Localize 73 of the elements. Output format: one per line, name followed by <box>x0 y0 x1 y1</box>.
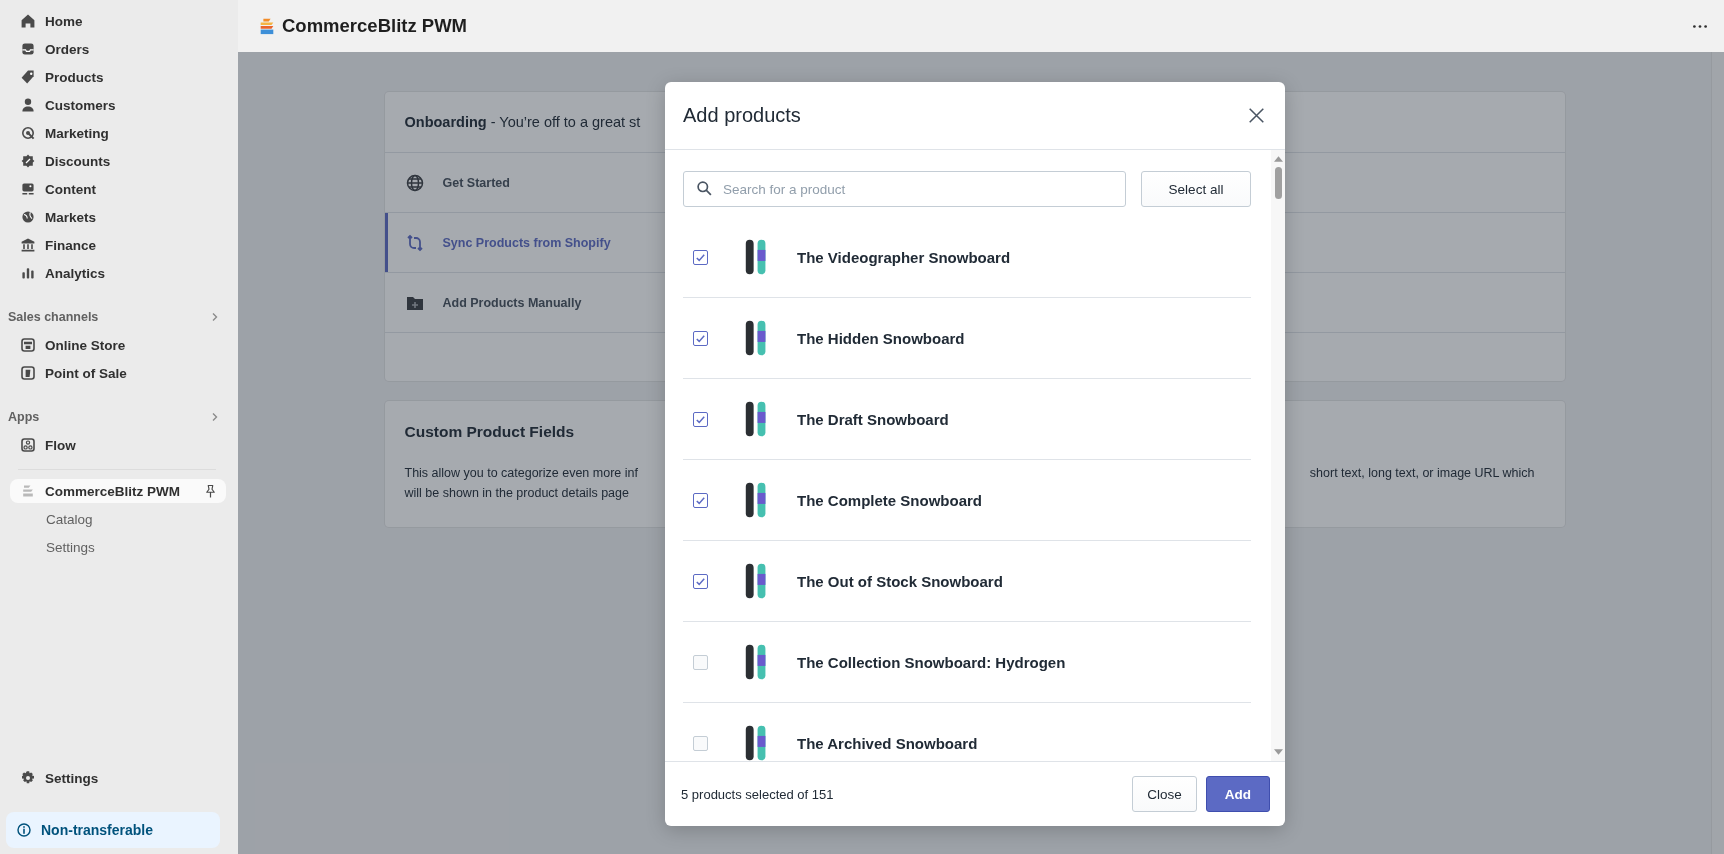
scroll-up-arrow-icon[interactable] <box>1273 156 1283 162</box>
chevron-right-icon[interactable] <box>210 412 220 422</box>
nav-item[interactable]: Content <box>10 175 226 203</box>
nodes-icon <box>20 437 36 453</box>
store-icon <box>20 337 36 353</box>
checkbox[interactable] <box>693 573 708 589</box>
bank-icon <box>20 237 36 253</box>
app-logo-icon <box>20 483 36 499</box>
nav-item[interactable]: Online Store <box>10 331 226 359</box>
selection-summary: 5 products selected of 151 <box>681 786 834 802</box>
nav-item[interactable]: Finance <box>10 231 226 259</box>
bag-icon <box>20 365 36 381</box>
checkbox[interactable] <box>693 249 708 265</box>
search-field[interactable]: Search for a product <box>683 171 1126 207</box>
nav-item[interactable]: Products <box>10 63 226 91</box>
info-icon <box>16 822 32 838</box>
add-button[interactable]: Add <box>1205 776 1270 812</box>
product-name: The Hidden Snowboard <box>797 329 965 347</box>
image-icon <box>20 181 36 197</box>
pin-icon[interactable] <box>203 483 218 499</box>
product-name: The Collection Snowboard: Hydrogen <box>797 653 1066 671</box>
product-name: The Archived Snowboard <box>797 734 978 752</box>
nav-item[interactable]: Flow <box>10 431 226 459</box>
dialog-scrollbar[interactable] <box>1271 150 1285 761</box>
select-all-button[interactable]: Select all <box>1141 171 1251 207</box>
settings-nav-item[interactable]: Settings <box>10 764 226 792</box>
settings-icon <box>20 770 36 786</box>
scroll-thumb[interactable] <box>1274 167 1282 199</box>
globe-icon <box>20 209 36 225</box>
description-text: This allow you to categorize even more inf <box>404 465 638 482</box>
checkbox[interactable] <box>693 411 708 427</box>
description-text: short text, long text, or image URL which <box>1309 465 1535 482</box>
chevron-right-icon[interactable] <box>210 312 220 322</box>
product-name: The Draft Snowboard <box>797 410 949 428</box>
nav-item[interactable]: Customers <box>10 91 226 119</box>
nav-subitem[interactable]: Catalog <box>10 505 226 533</box>
close-icon[interactable] <box>1248 107 1265 124</box>
app-logo-icon <box>258 17 276 35</box>
app-nav-item[interactable]: CommerceBlitz PWM <box>10 479 226 503</box>
inbox-icon <box>20 41 36 57</box>
notice-text: Non-transferable <box>41 822 154 838</box>
card-heading: Onboarding - You’re off to a great st <box>404 114 641 130</box>
nav-item[interactable]: Point of Sale <box>10 359 226 387</box>
product-name: The Out of Stock Snowboard <box>797 572 1003 590</box>
checkbox[interactable] <box>693 492 708 508</box>
checkbox[interactable] <box>693 330 708 346</box>
section-heading: Sales channels <box>8 310 99 324</box>
section-heading: Apps <box>8 410 40 424</box>
nav-item[interactable]: Discounts <box>10 147 226 175</box>
home-icon <box>20 13 36 29</box>
product-name: The Videographer Snowboard <box>797 248 1011 266</box>
bar-chart-icon <box>20 265 36 281</box>
dialog-title: Add products <box>683 104 802 127</box>
product-name: The Complete Snowboard <box>797 491 982 509</box>
more-options-icon[interactable] <box>1692 23 1708 29</box>
card-heading: Custom Product Fields <box>404 423 576 441</box>
close-button[interactable]: Close <box>1132 776 1197 812</box>
person-icon <box>20 97 36 113</box>
target-icon <box>20 125 36 141</box>
description-text: will be shown in the product details page <box>404 485 630 502</box>
nav-item[interactable]: Marketing <box>10 119 226 147</box>
tag-icon <box>20 69 36 85</box>
globe-icon <box>404 172 425 193</box>
nav-item[interactable]: Home <box>10 7 226 35</box>
page-scrollbar[interactable] <box>1711 52 1724 854</box>
nav-subitem[interactable]: Settings <box>10 533 226 561</box>
scroll-down-arrow-icon[interactable] <box>1273 749 1283 755</box>
nav-item[interactable]: Markets <box>10 203 226 231</box>
nav-item[interactable]: Analytics <box>10 259 226 287</box>
app-title: CommerceBlitz PWM <box>282 15 468 37</box>
search-icon <box>696 180 713 197</box>
percent-badge-icon <box>20 153 36 169</box>
nav-item[interactable]: Orders <box>10 35 226 63</box>
